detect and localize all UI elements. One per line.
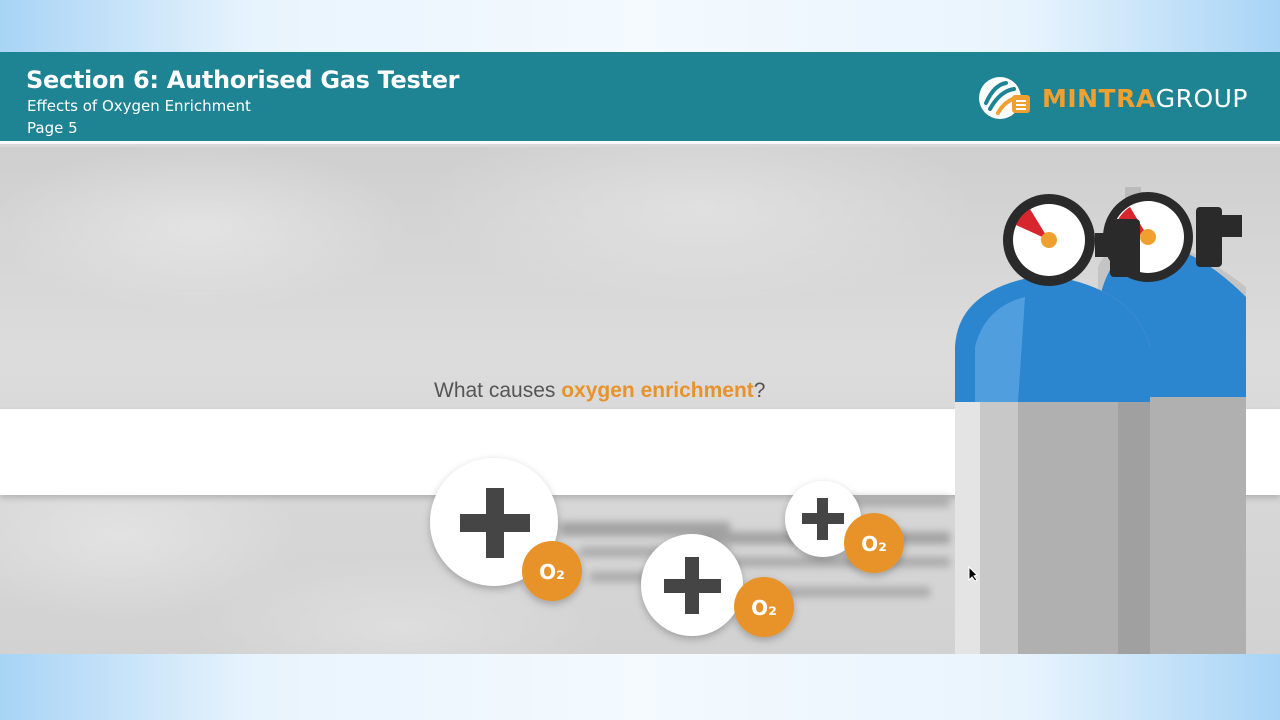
o2-label-2: O₂ <box>751 596 777 620</box>
slide: Section 6: Authorised Gas Tester Effects… <box>0 52 1280 654</box>
o2-label-3: O₂ <box>861 532 887 556</box>
brand-logo: MINTRAGROUP <box>976 74 1248 122</box>
mouse-cursor-icon <box>968 566 978 582</box>
scene-graphics: O₂ O₂ O₂ <box>430 187 1246 654</box>
section-subtitle: Effects of Oxygen Enrichment <box>27 97 251 115</box>
header-bar: Section 6: Authorised Gas Tester Effects… <box>0 52 1280 144</box>
page-number: Page 5 <box>27 119 78 137</box>
oxygen-molecule-1: O₂ <box>430 458 582 601</box>
brand-name-part1: MINTRA <box>1041 83 1156 113</box>
oxygen-molecule-2: O₂ <box>641 534 794 637</box>
smoke-background: What causes oxygen enrichment? O₂ O₂ O₂ <box>0 147 1280 654</box>
gas-cylinder-front <box>955 194 1150 654</box>
mintra-logo-icon <box>978 77 1030 119</box>
brand-name: MINTRAGROUP <box>1042 84 1248 113</box>
section-title: Section 6: Authorised Gas Tester <box>26 66 460 94</box>
o2-label-1: O₂ <box>539 560 565 584</box>
brand-name-part2: GROUP <box>1155 83 1248 113</box>
